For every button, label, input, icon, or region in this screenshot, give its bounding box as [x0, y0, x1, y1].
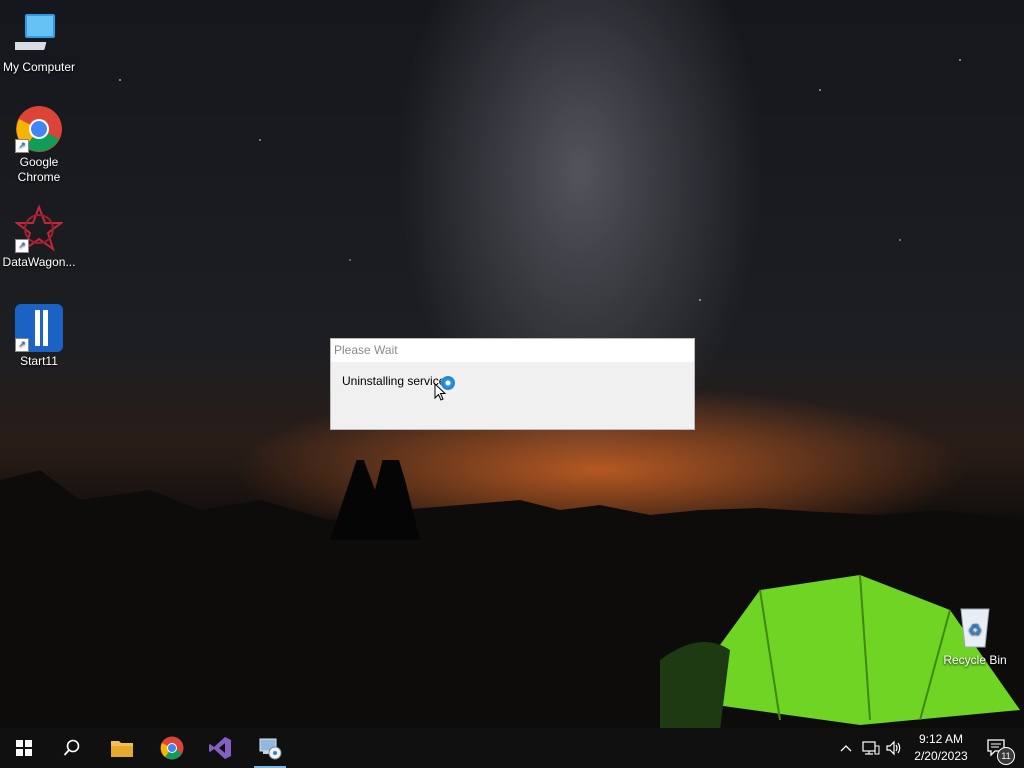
- desktop-icon-label: Start11: [20, 354, 58, 368]
- show-hidden-icons-button[interactable]: [836, 728, 856, 768]
- recycle-bin-icon: ♻: [951, 603, 999, 651]
- datawagon-icon: ↗: [14, 204, 64, 253]
- notification-count-badge: 11: [997, 747, 1015, 765]
- desktop-icon-start11[interactable]: ↗ Start11: [1, 304, 77, 369]
- search-icon: [63, 739, 80, 756]
- visual-studio-button[interactable]: [196, 728, 244, 768]
- action-center-button[interactable]: 11: [980, 728, 1015, 768]
- mouse-cursor-icon: [434, 383, 446, 401]
- desktop-icon-label: DataWagon...: [2, 255, 76, 269]
- installer-button[interactable]: [246, 728, 294, 768]
- volume-tray-icon[interactable]: [883, 728, 905, 768]
- network-icon: [862, 741, 880, 755]
- desktop-icon-my-computer[interactable]: My Computer: [1, 10, 77, 75]
- speaker-icon: [886, 740, 901, 756]
- desktop-icon-label: My Computer: [2, 60, 76, 74]
- shortcut-arrow-icon: ↗: [15, 239, 29, 253]
- computer-icon: [10, 10, 63, 58]
- clock-time: 9:12 AM: [918, 732, 964, 746]
- desktop-icon-label: Google Chrome: [17, 155, 61, 184]
- start11-icon: ↗: [15, 304, 63, 352]
- chrome-icon: ↗: [15, 105, 63, 153]
- desktop-icon-datawagon[interactable]: ↗ DataWagon...: [1, 204, 77, 270]
- shortcut-arrow-icon: ↗: [15, 139, 29, 153]
- taskbar: 9:12 AM 2/20/2023 11: [0, 728, 1024, 768]
- start-button[interactable]: [0, 728, 48, 768]
- clock-date: 2/20/2023: [914, 749, 968, 763]
- network-tray-icon[interactable]: [860, 728, 882, 768]
- desktop-icon-label: Recycle Bin: [943, 653, 1007, 667]
- windows-logo-icon: [16, 740, 32, 756]
- chrome-icon: [160, 736, 184, 760]
- visual-studio-icon: [209, 737, 231, 759]
- desktop-icon-recycle-bin[interactable]: ♻ Recycle Bin: [937, 603, 1013, 668]
- installer-icon: [259, 738, 282, 760]
- file-explorer-button[interactable]: [98, 728, 146, 768]
- search-button[interactable]: [48, 728, 96, 768]
- shortcut-arrow-icon: ↗: [15, 338, 29, 352]
- dialog-title: Please Wait: [331, 339, 694, 362]
- chevron-up-icon: [840, 745, 852, 752]
- chrome-taskbar-button[interactable]: [148, 728, 196, 768]
- taskbar-clock[interactable]: 9:12 AM 2/20/2023: [905, 731, 977, 765]
- folder-icon: [111, 741, 133, 757]
- please-wait-dialog: Please Wait Uninstalling services: [331, 339, 694, 429]
- desktop-icon-google-chrome[interactable]: ↗ Google Chrome: [1, 105, 77, 185]
- svg-text:♻: ♻: [968, 622, 982, 639]
